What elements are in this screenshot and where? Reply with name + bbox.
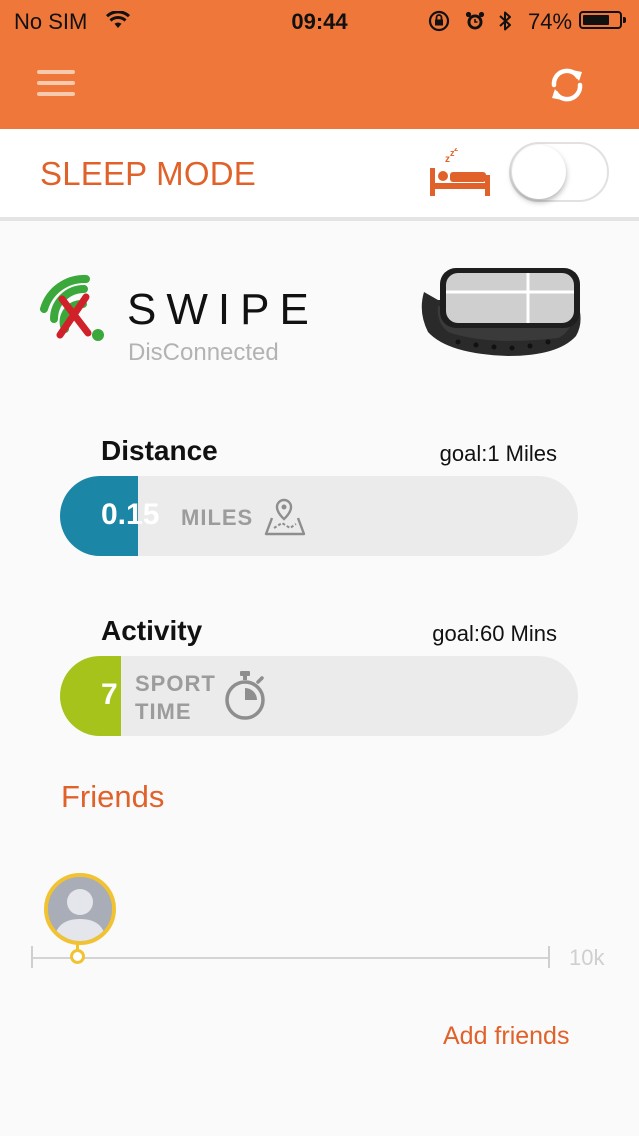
battery-percent: 74% (528, 9, 573, 34)
avatar[interactable] (44, 873, 116, 945)
add-friends-link[interactable]: Add friends (443, 1022, 569, 1051)
sync-button[interactable] (546, 64, 588, 106)
distance-progress-bar[interactable]: 0.15 MILES (60, 476, 578, 556)
timeline-end-tick (548, 946, 550, 968)
sleep-bed-icon: z z z (430, 148, 490, 196)
distance-goal: goal:1 Miles (439, 441, 557, 466)
bluetooth-icon (499, 11, 511, 31)
friends-timeline (32, 957, 550, 959)
activity-progress-bar[interactable]: 7 SPORT TIME (60, 656, 578, 736)
device-name: SWIPE (127, 285, 319, 334)
timeline-max-label: 10k (569, 945, 605, 970)
distance-unit: MILES (181, 505, 254, 530)
menu-button[interactable] (37, 70, 75, 96)
alarm-icon (465, 11, 485, 30)
activity-title: Activity (101, 615, 203, 646)
avatar-marker (70, 949, 85, 964)
distance-value: 0.15 (101, 498, 160, 531)
svg-text:z: z (454, 148, 458, 153)
activity-goal: goal:60 Mins (432, 621, 557, 646)
toggle-knob (512, 145, 566, 199)
sleep-mode-label: SLEEP MODE (40, 155, 256, 192)
sleep-mode-toggle[interactable] (509, 142, 609, 202)
stopwatch-icon (225, 671, 265, 720)
battery-icon (579, 11, 626, 29)
map-pin-icon (264, 498, 306, 536)
activity-unit-line1: SPORT (135, 671, 216, 696)
connection-status: DisConnected (128, 339, 279, 366)
distance-title: Distance (101, 435, 218, 466)
fitness-band-image (421, 268, 581, 356)
activity-value: 7 (101, 678, 118, 711)
rotation-lock-icon (428, 10, 450, 32)
wifi-disconnected-icon (40, 275, 104, 341)
hamburger-icon (37, 70, 75, 74)
user-silhouette-icon (48, 877, 112, 941)
timeline-start-tick (31, 946, 33, 968)
activity-unit-line2: TIME (135, 699, 192, 724)
status-bar: No SIM 09:44 74% (0, 0, 639, 42)
status-icons (428, 10, 511, 32)
friends-title: Friends (61, 779, 165, 814)
